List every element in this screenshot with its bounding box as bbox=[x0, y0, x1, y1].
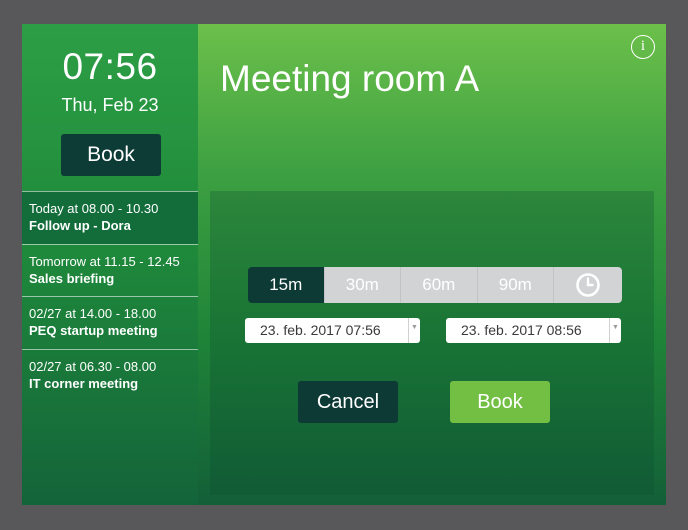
room-title: Meeting room A bbox=[220, 58, 480, 99]
current-time: 07:56 bbox=[62, 46, 158, 87]
meeting-time: Tomorrow at 11.15 - 12.45 bbox=[29, 253, 180, 269]
start-time-select[interactable]: 23. feb. 2017 07:56 ▼ bbox=[245, 318, 420, 343]
info-icon[interactable]: i bbox=[631, 35, 655, 59]
start-time-value: 23. feb. 2017 07:56 bbox=[260, 322, 381, 338]
meeting-item[interactable]: 02/27 at 14.00 - 18.00 PEQ startup meeti… bbox=[22, 296, 198, 349]
duration-15m[interactable]: 15m bbox=[248, 267, 324, 303]
duration-30m[interactable]: 30m bbox=[323, 267, 401, 303]
meeting-item[interactable]: Tomorrow at 11.15 - 12.45 Sales briefing bbox=[22, 243, 198, 297]
chevron-down-icon: ▼ bbox=[609, 318, 621, 343]
sidebar: 07:56 Thu, Feb 23 Book Today at 08.00 - … bbox=[22, 24, 198, 505]
end-time-select[interactable]: 23. feb. 2017 08:56 ▼ bbox=[446, 318, 621, 343]
meeting-item[interactable]: Today at 08.00 - 10.30 Follow up - Dora bbox=[22, 191, 198, 244]
booking-screen: 07:56 Thu, Feb 23 Book Today at 08.00 - … bbox=[22, 24, 666, 505]
end-time-value: 23. feb. 2017 08:56 bbox=[461, 322, 582, 338]
meeting-time: 02/27 at 06.30 - 08.00 bbox=[29, 358, 157, 374]
meeting-time: 02/27 at 14.00 - 18.00 bbox=[29, 306, 157, 321]
meeting-title: Sales briefing bbox=[29, 270, 115, 286]
duration-60m[interactable]: 60m bbox=[400, 267, 477, 303]
main-area: Meeting room A i 15m 30m 60m 90m 23. feb… bbox=[198, 24, 666, 505]
chevron-down-icon: ▼ bbox=[408, 318, 420, 343]
duration-90m[interactable]: 90m bbox=[476, 267, 554, 303]
quick-book-button[interactable]: Book bbox=[61, 134, 161, 176]
meeting-title: Follow up - Dora bbox=[29, 218, 131, 233]
meeting-title: PEQ startup meeting bbox=[29, 323, 158, 338]
meeting-time: Today at 08.00 - 10.30 bbox=[29, 201, 159, 216]
meeting-item[interactable]: 02/27 at 06.30 - 08.00 IT corner meeting bbox=[22, 348, 198, 402]
custom-duration-button[interactable] bbox=[553, 267, 622, 303]
booking-panel: 15m 30m 60m 90m 23. feb. 2017 07:56 ▼ 23… bbox=[210, 191, 654, 495]
meeting-list: Today at 08.00 - 10.30 Follow up - Dora … bbox=[22, 191, 198, 401]
current-date: Thu, Feb 23 bbox=[61, 95, 159, 115]
meeting-title: IT corner meeting bbox=[29, 375, 139, 391]
book-button[interactable]: Book bbox=[450, 381, 550, 423]
duration-selector: 15m 30m 60m 90m bbox=[248, 267, 622, 303]
clock-icon bbox=[576, 273, 600, 297]
cancel-button[interactable]: Cancel bbox=[298, 381, 398, 423]
